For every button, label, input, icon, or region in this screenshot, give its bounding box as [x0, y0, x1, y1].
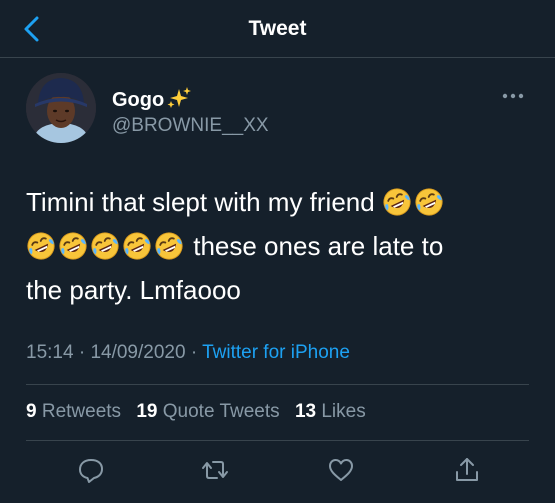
quote-tweets-count: 19	[136, 401, 158, 422]
rofl-emoji-icon	[382, 187, 412, 217]
likes-count: 13	[294, 401, 317, 422]
tweet-stats: 9 Retweets 19 Quote Tweets 13 Likes	[26, 401, 376, 423]
rofl-emoji-icon	[26, 231, 56, 261]
quote-tweets-stat[interactable]: 19 Quote Tweets	[136, 401, 279, 422]
retweets-stat[interactable]: 9 Retweets	[26, 401, 121, 422]
tweet-text: Timini that slept with my friend these o…	[26, 180, 536, 312]
avatar[interactable]	[26, 73, 96, 143]
top-bar: Tweet	[0, 0, 555, 58]
rofl-emoji-icon	[58, 231, 88, 261]
like-icon[interactable]	[326, 455, 356, 485]
meta-separator: ·	[190, 342, 198, 363]
divider	[26, 384, 529, 385]
more-options-icon[interactable]	[497, 88, 529, 104]
rofl-emoji-icon	[90, 231, 120, 261]
avatar-image	[26, 73, 96, 143]
likes-stat[interactable]: 13 Likes	[295, 401, 366, 422]
divider	[26, 440, 529, 441]
rofl-emoji-icon	[154, 231, 184, 261]
share-icon[interactable]	[452, 455, 482, 485]
retweets-label: Retweets	[41, 401, 122, 422]
page-title: Tweet	[248, 17, 307, 40]
tweet-line-1-text: Timini that slept with my friend	[26, 187, 375, 217]
sparkles-icon	[167, 87, 192, 108]
rofl-emoji-icon	[122, 231, 152, 261]
tweet-actions	[0, 455, 555, 487]
likes-label: Likes	[321, 401, 366, 422]
author-name[interactable]: Gogo	[112, 87, 192, 112]
tweet-source-link[interactable]: Twitter for iPhone	[202, 342, 350, 363]
retweets-count: 9	[26, 401, 37, 422]
author-name-text: Gogo	[112, 89, 165, 111]
tweet-line-2-text: these ones are late to	[193, 231, 444, 261]
tweet-date: 14/09/2020	[90, 342, 186, 363]
reply-icon[interactable]	[76, 455, 106, 485]
tweet-line-2: these ones are late to	[26, 224, 536, 268]
tweet-metadata: 15:14 · 14/09/2020 · Twitter for iPhone	[26, 342, 350, 364]
tweet-line-1: Timini that slept with my friend	[26, 180, 536, 224]
retweet-icon[interactable]	[200, 455, 230, 485]
tweet-time: 15:14	[26, 342, 74, 363]
quote-tweets-label: Quote Tweets	[162, 401, 280, 422]
meta-separator: ·	[78, 342, 86, 363]
rofl-emoji-icon	[414, 187, 444, 217]
tweet-line-3: the party. Lmfaooo	[26, 275, 241, 305]
author-handle[interactable]: @BROWNIE__XX	[112, 115, 269, 137]
